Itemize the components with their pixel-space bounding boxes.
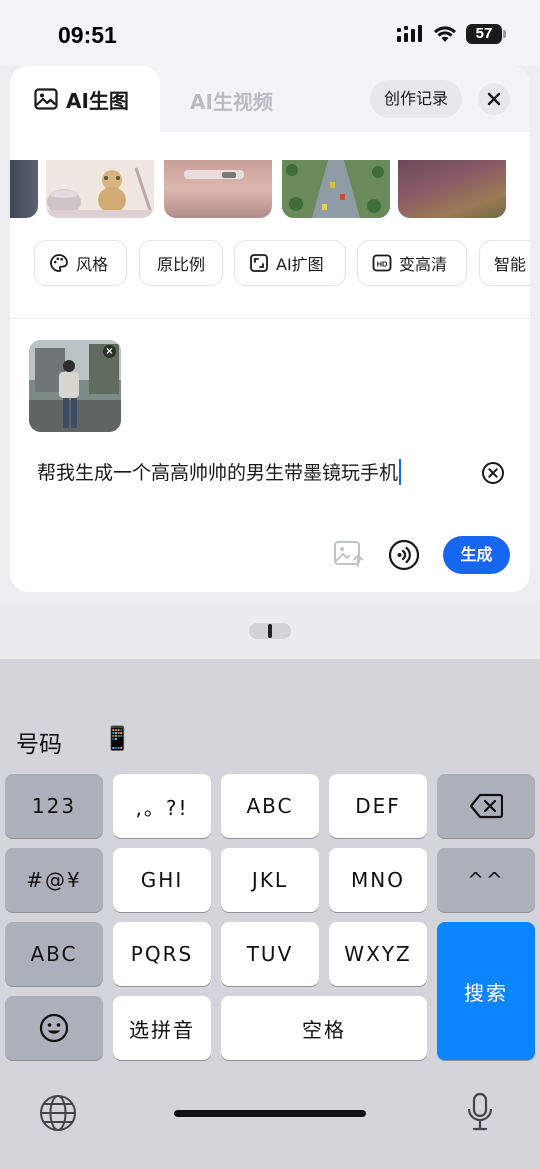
close-icon	[487, 92, 501, 106]
tool-chips: 风格 原比例 AI扩图 HD 变高清 智能	[10, 240, 530, 286]
upscale-chip[interactable]: HD 变高清	[357, 240, 467, 286]
key-abc-mode[interactable]: ABC	[5, 922, 103, 986]
text-cursor	[399, 459, 402, 485]
key-tuv[interactable]: TUV	[221, 922, 319, 986]
status-icons: 57	[397, 24, 506, 44]
key-pqrs[interactable]: PQRS	[113, 922, 211, 986]
creation-history-button[interactable]: 创作记录	[370, 80, 463, 118]
ai-expand-chip[interactable]: AI扩图	[234, 240, 346, 286]
image-icon	[34, 88, 58, 110]
key-abc[interactable]: ABC	[221, 774, 319, 838]
palette-icon	[50, 254, 68, 272]
divider	[10, 318, 530, 319]
key-punctuation[interactable]: ,。?!	[113, 774, 211, 838]
signal-icon	[397, 25, 422, 42]
key-search[interactable]: 搜索	[437, 922, 535, 1060]
tab-ai-image[interactable]: AI生图	[10, 66, 160, 132]
key-delete[interactable]	[437, 774, 535, 838]
template-thumbnail[interactable]	[282, 160, 390, 218]
key-wxyz[interactable]: WXYZ	[329, 922, 427, 986]
key-mno[interactable]: MNO	[329, 848, 427, 912]
prompt-input[interactable]: 帮我生成一个高高帅帅的男生带墨镜玩手机	[37, 458, 402, 485]
candidate-word[interactable]: 号码	[16, 725, 62, 759]
key-pinyin-select[interactable]: 选拼音	[113, 996, 211, 1060]
key-emoji[interactable]	[5, 996, 103, 1060]
key-def[interactable]: DEF	[329, 774, 427, 838]
key-emoticon[interactable]: ^^	[437, 848, 535, 912]
key-space[interactable]: 空格	[221, 996, 427, 1060]
battery-indicator: 57	[466, 24, 506, 44]
smart-chip[interactable]: 智能	[479, 240, 530, 286]
candidate-emoji[interactable]: 📱	[103, 725, 132, 752]
tab-ai-image-label: AI生图	[66, 88, 129, 113]
key-jkl[interactable]: JKL	[221, 848, 319, 912]
backspace-icon	[469, 793, 503, 819]
original-ratio-chip[interactable]: 原比例	[139, 240, 223, 286]
wifi-icon	[434, 26, 456, 42]
microphone-icon[interactable]	[466, 1092, 494, 1132]
candidate-bar: 号码 📱	[0, 659, 540, 763]
prompt-text: 帮我生成一个高高帅帅的男生带墨镜玩手机	[37, 462, 399, 484]
globe-icon[interactable]	[39, 1094, 77, 1132]
ai-expand-chip-label: AI扩图	[276, 255, 324, 274]
ime-keyboard: 号码 📱 123 ,。?! ABC DEF #@¥ GHI JKL MNO ^^…	[0, 659, 540, 1169]
close-button[interactable]	[478, 83, 510, 115]
voice-input-icon[interactable]	[388, 539, 420, 571]
drag-handle[interactable]	[249, 623, 291, 639]
template-thumbnails	[10, 160, 530, 218]
expand-icon	[250, 254, 268, 272]
home-indicator	[174, 1110, 366, 1117]
template-thumbnail[interactable]	[398, 160, 506, 218]
style-chip-label: 风格	[76, 255, 109, 274]
status-bar: 09:51 57	[0, 0, 540, 66]
template-thumbnail[interactable]	[46, 160, 154, 218]
status-time: 09:51	[58, 22, 117, 48]
key-123[interactable]: 123	[5, 774, 103, 838]
hd-icon: HD	[372, 254, 392, 272]
clear-input-button[interactable]	[481, 461, 505, 485]
generate-button[interactable]: 生成	[443, 536, 510, 574]
template-thumbnail[interactable]	[10, 160, 38, 218]
upload-image-icon[interactable]	[333, 540, 365, 568]
reference-image[interactable]: ×	[29, 340, 121, 432]
emoji-icon	[39, 1013, 69, 1043]
smart-chip-label: 智能	[494, 255, 527, 274]
upscale-chip-label: 变高清	[399, 255, 448, 274]
ai-creation-panel: AI生图 AI生视频 创作记录 风格 原比例 AI扩图 HD 变高清 智能 × …	[10, 66, 530, 592]
remove-reference-button[interactable]: ×	[103, 345, 116, 358]
key-ghi[interactable]: GHI	[113, 848, 211, 912]
style-chip[interactable]: 风格	[34, 240, 127, 286]
template-thumbnail[interactable]	[164, 160, 272, 218]
key-symbols[interactable]: #@¥	[5, 848, 103, 912]
svg-text:HD: HD	[377, 260, 388, 269]
original-ratio-chip-label: 原比例	[156, 255, 205, 274]
tab-ai-video[interactable]: AI生视频	[190, 86, 273, 115]
